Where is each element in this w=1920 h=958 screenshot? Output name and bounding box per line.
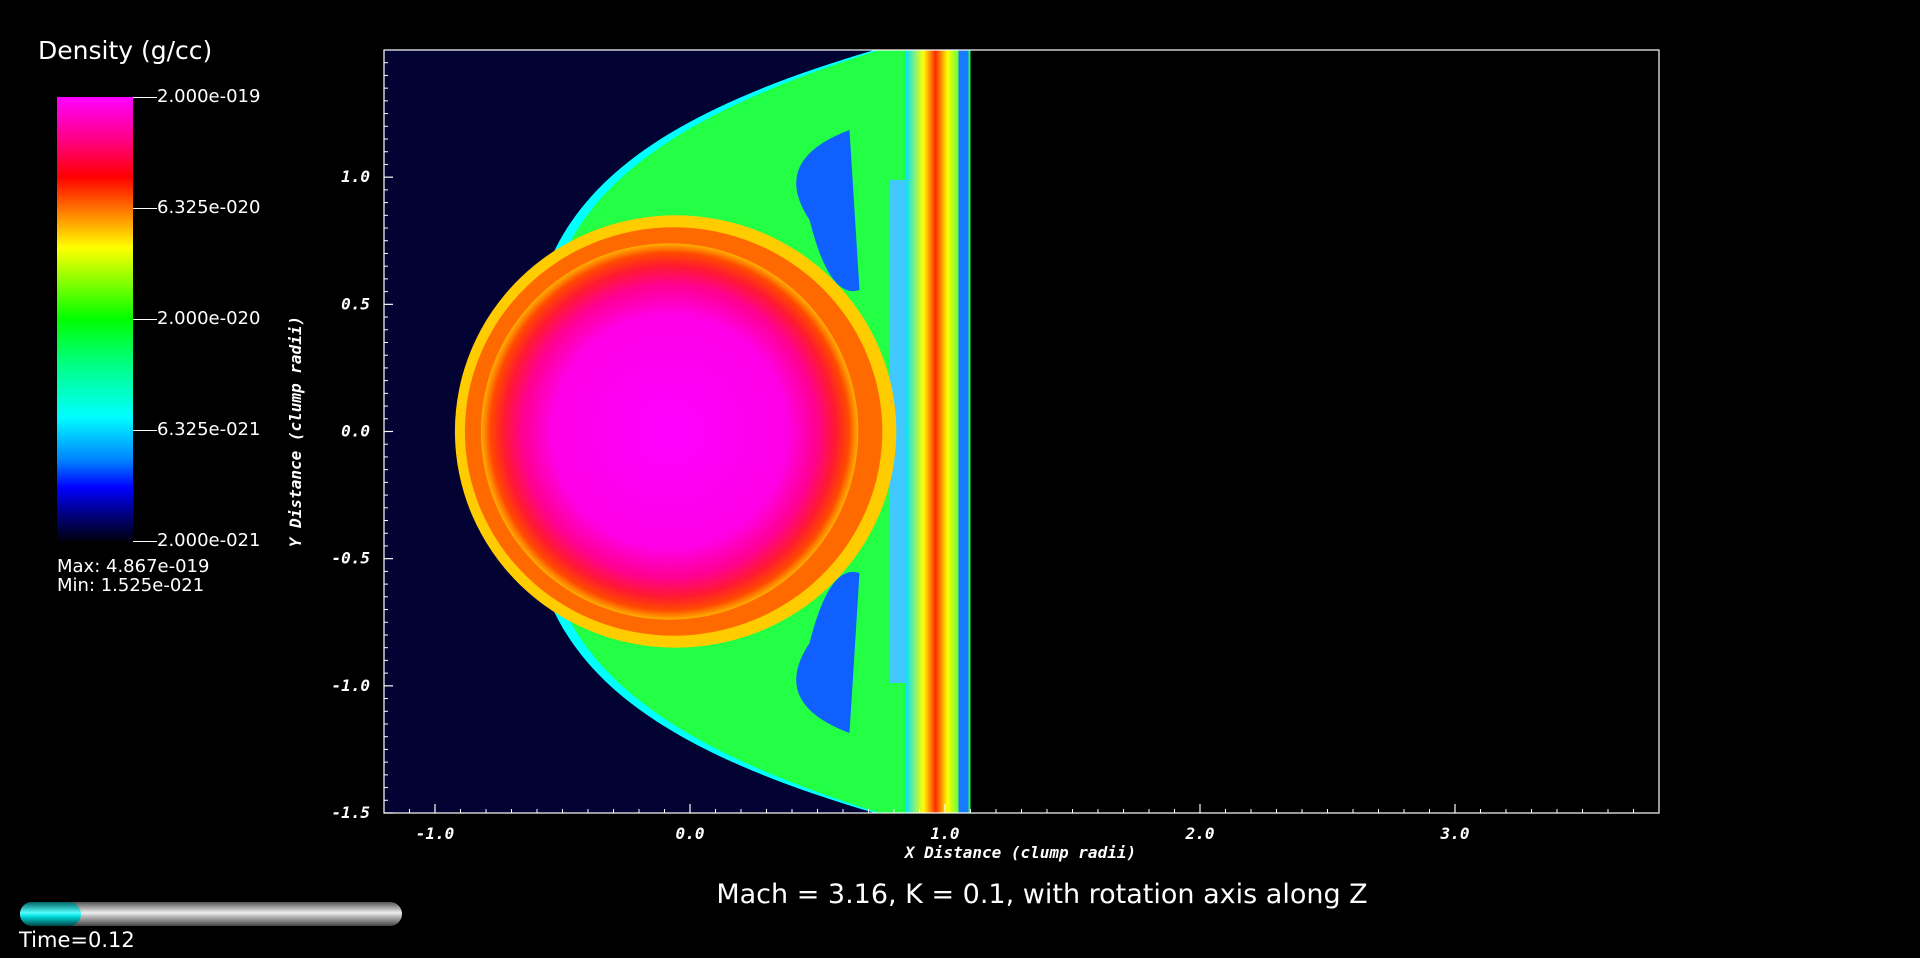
x-tick-label: 3.0 [1440, 824, 1470, 843]
colorbar-tick-label: 2.000e-020 [157, 308, 261, 329]
colorbar-tick [133, 208, 157, 209]
colorbar-tick-label: 2.000e-019 [157, 86, 261, 107]
y-tick-label: 0.5 [341, 294, 370, 313]
y-axis-label: Y Distance (clump radii) [286, 316, 305, 547]
time-slider-fill [20, 902, 82, 926]
colorbar-tick-label: 6.325e-020 [157, 197, 261, 218]
y-tick-label: 1.0 [341, 167, 370, 186]
time-label: Time=0.12 [19, 928, 135, 952]
colorbar-tick [133, 541, 157, 542]
time-slider[interactable] [20, 902, 402, 926]
x-tick-label: 2.0 [1185, 824, 1215, 843]
y-tick-label: 0.0 [341, 422, 370, 441]
y-tick-label: -0.5 [331, 549, 370, 568]
shell-edge [958, 50, 969, 813]
x-tick-label: -1.0 [416, 824, 455, 843]
colorbar-tick-label: 2.000e-021 [157, 530, 261, 551]
y-tick-label: -1.5 [331, 803, 370, 822]
y-tick-label: -1.0 [331, 676, 370, 695]
x-tick-label: 1.0 [931, 824, 960, 843]
colorbar-tick [133, 430, 157, 431]
colorbar-tick [133, 97, 157, 98]
compressed-shell [905, 50, 966, 813]
density-plot: -1.0 0.0 1.0 2.0 3.0 1.0 0.5 0.0 -0.5 -1.0 -1.5 X D… [286, 49, 1660, 862]
max-label: Max: 4.867e-019 [57, 556, 210, 577]
colorbar [57, 97, 133, 541]
min-label: Min: 1.525e-021 [57, 575, 205, 596]
clump-core [480, 243, 859, 620]
colorbar-tick-label: 6.325e-021 [157, 419, 261, 440]
colorbar-tick [133, 319, 157, 320]
x-axis-label: X Distance (clump radii) [903, 843, 1136, 862]
colorbar-title: Density (g/cc) [38, 36, 213, 65]
x-tick-label: 0.0 [676, 824, 705, 843]
